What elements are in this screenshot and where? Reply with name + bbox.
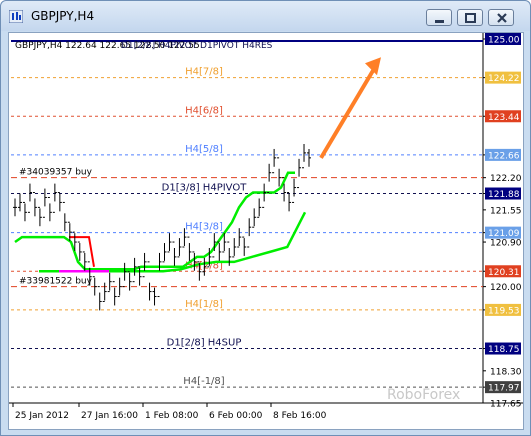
chart-app-icon — [9, 10, 23, 23]
chart-window: GBPJPY,H4 H4[7/8] H4[6/8] H4[5/8] D1[3/8] H… — [0, 0, 531, 436]
price-tag-label-8: 118.75 — [488, 345, 520, 355]
window-title: GBPJPY,H4 — [31, 9, 95, 23]
price-tag-label-6: 120.31 — [488, 268, 520, 278]
y-tick-label-8: 120.90 — [490, 239, 522, 249]
price-tag-label-4: 121.88 — [488, 190, 520, 200]
green-trail-line-1 — [14, 171, 295, 271]
restore-button[interactable] — [457, 9, 483, 26]
y-tick-label-13: 118.30 — [490, 367, 522, 377]
y-tick-label-10: 120.00 — [490, 283, 522, 293]
level-label-2: H4[5/8] — [185, 144, 223, 155]
level-label-6: H4[1/8] — [185, 299, 223, 310]
level-label-4: H4[3/8] — [185, 222, 223, 233]
price-tag-label-0: 125.00 — [488, 36, 520, 46]
price-chart[interactable]: H4[7/8] H4[6/8] H4[5/8] D1[3/8] H4PIVOT H4[3… — [9, 33, 523, 429]
y-tick-label-15: 117.65 — [490, 400, 522, 410]
level-label-0: H4[7/8] — [185, 67, 223, 78]
x-tick-label-4: 8 Feb 16:00 — [273, 411, 327, 421]
level-label-8: H4[-1/8] — [183, 376, 224, 387]
minimize-button[interactable] — [426, 9, 452, 26]
close-button[interactable] — [488, 9, 514, 26]
order-label-0: #34039357 buy — [19, 168, 93, 178]
x-tick-label-2: 1 Feb 08:00 — [145, 411, 199, 421]
level-label-3: D1[3/8] H4PIVOT — [162, 183, 248, 194]
forecast-arrow-shaft — [319, 66, 377, 159]
restore-icon — [465, 13, 476, 23]
price-tag-label-1: 124.22 — [488, 74, 520, 84]
y-tick-label-6: 121.55 — [490, 206, 522, 216]
price-tag-label-2: 123.44 — [488, 113, 520, 123]
x-tick-label-3: 6 Feb 00:00 — [209, 411, 263, 421]
y-tick-label-4: 122.20 — [490, 174, 522, 184]
x-tick-label-0: 25 Jan 2012 — [15, 411, 69, 421]
chart-area[interactable]: H4[7/8] H4[6/8] H4[5/8] D1[3/8] H4PIVOT H4[3… — [8, 32, 524, 430]
close-icon — [497, 13, 507, 23]
price-tag-label-3: 122.66 — [488, 151, 520, 161]
x-tick-label-1: 27 Jan 16:00 — [81, 411, 138, 421]
title-bar[interactable]: GBPJPY,H4 — [1, 1, 530, 31]
price-tag-label-9: 117.97 — [488, 384, 520, 394]
price-tag-label-5: 121.09 — [488, 229, 520, 239]
price-tag-label-7: 119.53 — [488, 306, 520, 316]
order-label-1: #33981522 buy — [19, 277, 93, 287]
minimize-icon — [435, 20, 444, 23]
header-overlap-levels: D1[2/8] H4PIVOT D1PIVOT H4RES — [121, 41, 273, 51]
level-label-1: H4[6/8] — [185, 105, 223, 116]
roboforex-watermark: RoboForex — [387, 387, 460, 403]
level-label-7: D1[2/8] H4SUP — [167, 338, 242, 349]
